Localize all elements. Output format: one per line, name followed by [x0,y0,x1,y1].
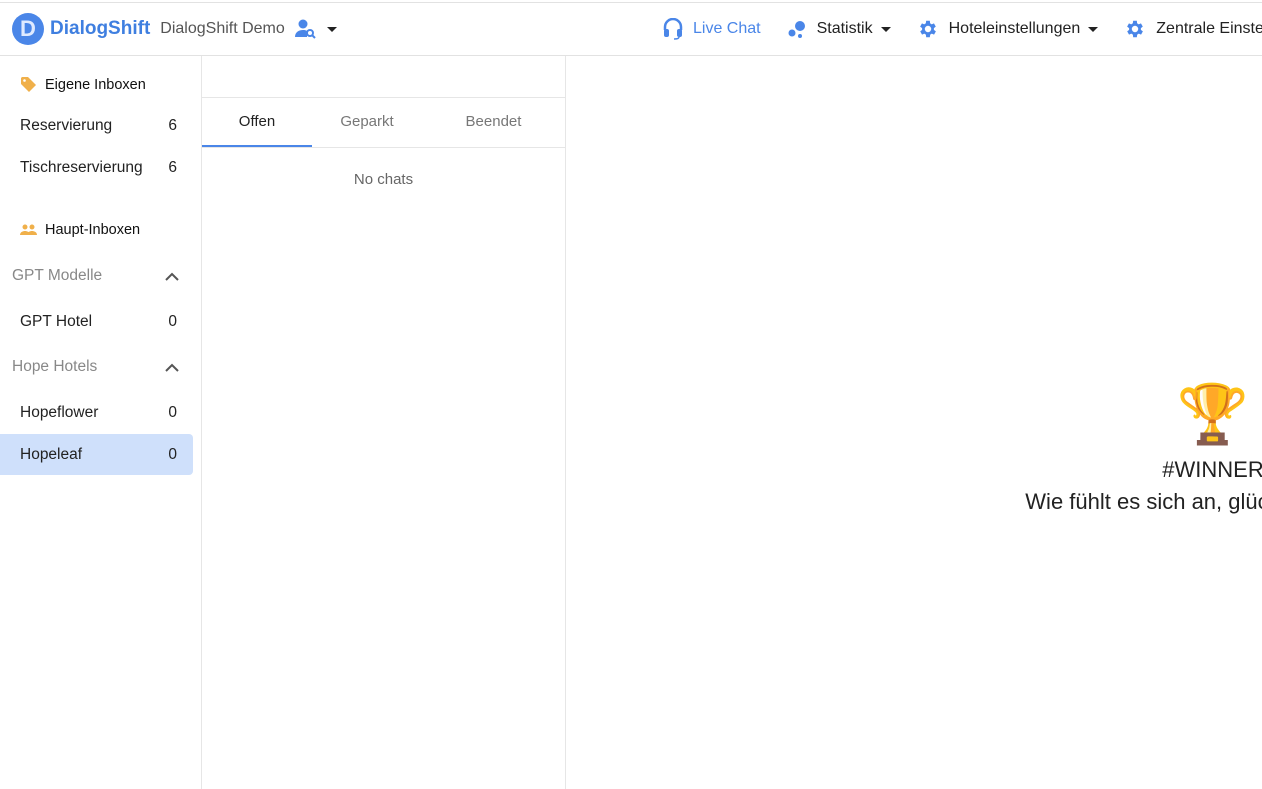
sidebar: Eigene Inboxen Reservierung 6 Tischreserv… [0,56,202,789]
main-panel: 🏆 #WINNER Wie fühlt es sich an, glücklic… [566,56,1262,789]
section-own-inboxes: Eigene Inboxen [20,76,146,93]
winner-title: #WINNER [1162,457,1262,482]
nav-label: Live Chat [693,20,761,37]
chat-tabs: Offen Geparkt Beendet [202,97,565,148]
item-label: Hopeflower [20,403,99,421]
group-label: Hope Hotels [12,358,98,375]
chevron-up-icon [165,363,179,372]
section-title: Haupt-Inboxen [45,222,141,238]
chat-list-panel: Offen Geparkt Beendet No chats [202,56,566,789]
winner-message: 🏆 #WINNER Wie fühlt es sich an, glücklic… [968,381,1262,515]
users-icon [20,224,37,235]
gear-icon [919,20,936,38]
tab-beendet[interactable]: Beendet [422,98,565,147]
winner-subtitle: Wie fühlt es sich an, glücklich zu sein? [1025,489,1262,514]
item-count: 0 [168,403,177,421]
top-header: D DialogShift DialogShift Demo Live Chat… [0,2,1262,56]
chevron-down-icon [880,26,891,32]
item-label: GPT Hotel [20,312,93,330]
brand-name: DialogShift [50,18,151,39]
trophy-icon: 🏆 [1176,382,1250,447]
sidebar-item-hopeleaf[interactable]: Hopeleaf 0 [0,434,193,475]
chevron-down-icon [1088,26,1099,32]
empty-state: No chats [353,171,414,188]
tab-offen[interactable]: Offen [202,98,312,147]
item-label: Reservierung [20,116,113,134]
nav-statistik[interactable]: Statistik [787,19,891,39]
gear-icon [1127,20,1144,38]
nav-label: Hoteleinstellungen [948,20,1081,37]
chevron-up-icon [165,272,179,281]
sidebar-item-hopeflower[interactable]: Hopeflower 0 [0,392,193,433]
nav-label: Statistik [816,20,873,37]
org-name: DialogShift Demo [160,20,285,37]
item-count: 0 [168,312,177,330]
tag-icon [21,77,36,92]
section-title: Eigene Inboxen [45,76,146,93]
sidebar-item-reservierung[interactable]: Reservierung 6 [0,105,193,146]
chevron-down-icon[interactable] [326,26,337,32]
nav-live-chat[interactable]: Live Chat [663,18,761,40]
stats-icon [788,21,805,38]
logo[interactable]: D [12,13,44,45]
nav-hoteleinstellungen[interactable]: Hoteleinstellungen [917,18,1099,40]
item-label: Tischreservierung [20,158,143,176]
tab-geparkt[interactable]: Geparkt [312,98,422,147]
group-label: GPT Modelle [12,267,103,284]
item-count: 6 [168,116,177,134]
sidebar-item-tischreservierung[interactable]: Tischreservierung 6 [0,147,193,188]
group-gpt-modelle[interactable]: GPT Modelle [0,264,193,288]
group-hope-hotels[interactable]: Hope Hotels [0,355,193,379]
item-label: Hopeleaf [20,445,83,463]
user-search-icon[interactable] [294,19,317,39]
item-count: 6 [168,158,177,176]
item-count: 0 [168,445,177,463]
sidebar-item-gpt-hotel[interactable]: GPT Hotel 0 [0,301,193,342]
section-main-inboxes: Haupt-Inboxen [20,222,140,238]
nav-zentrale-einstellungen[interactable]: Zentrale Einstellungen [1124,18,1262,40]
nav-label: Zentrale Einstellungen [1156,20,1262,37]
headset-icon [663,18,683,40]
